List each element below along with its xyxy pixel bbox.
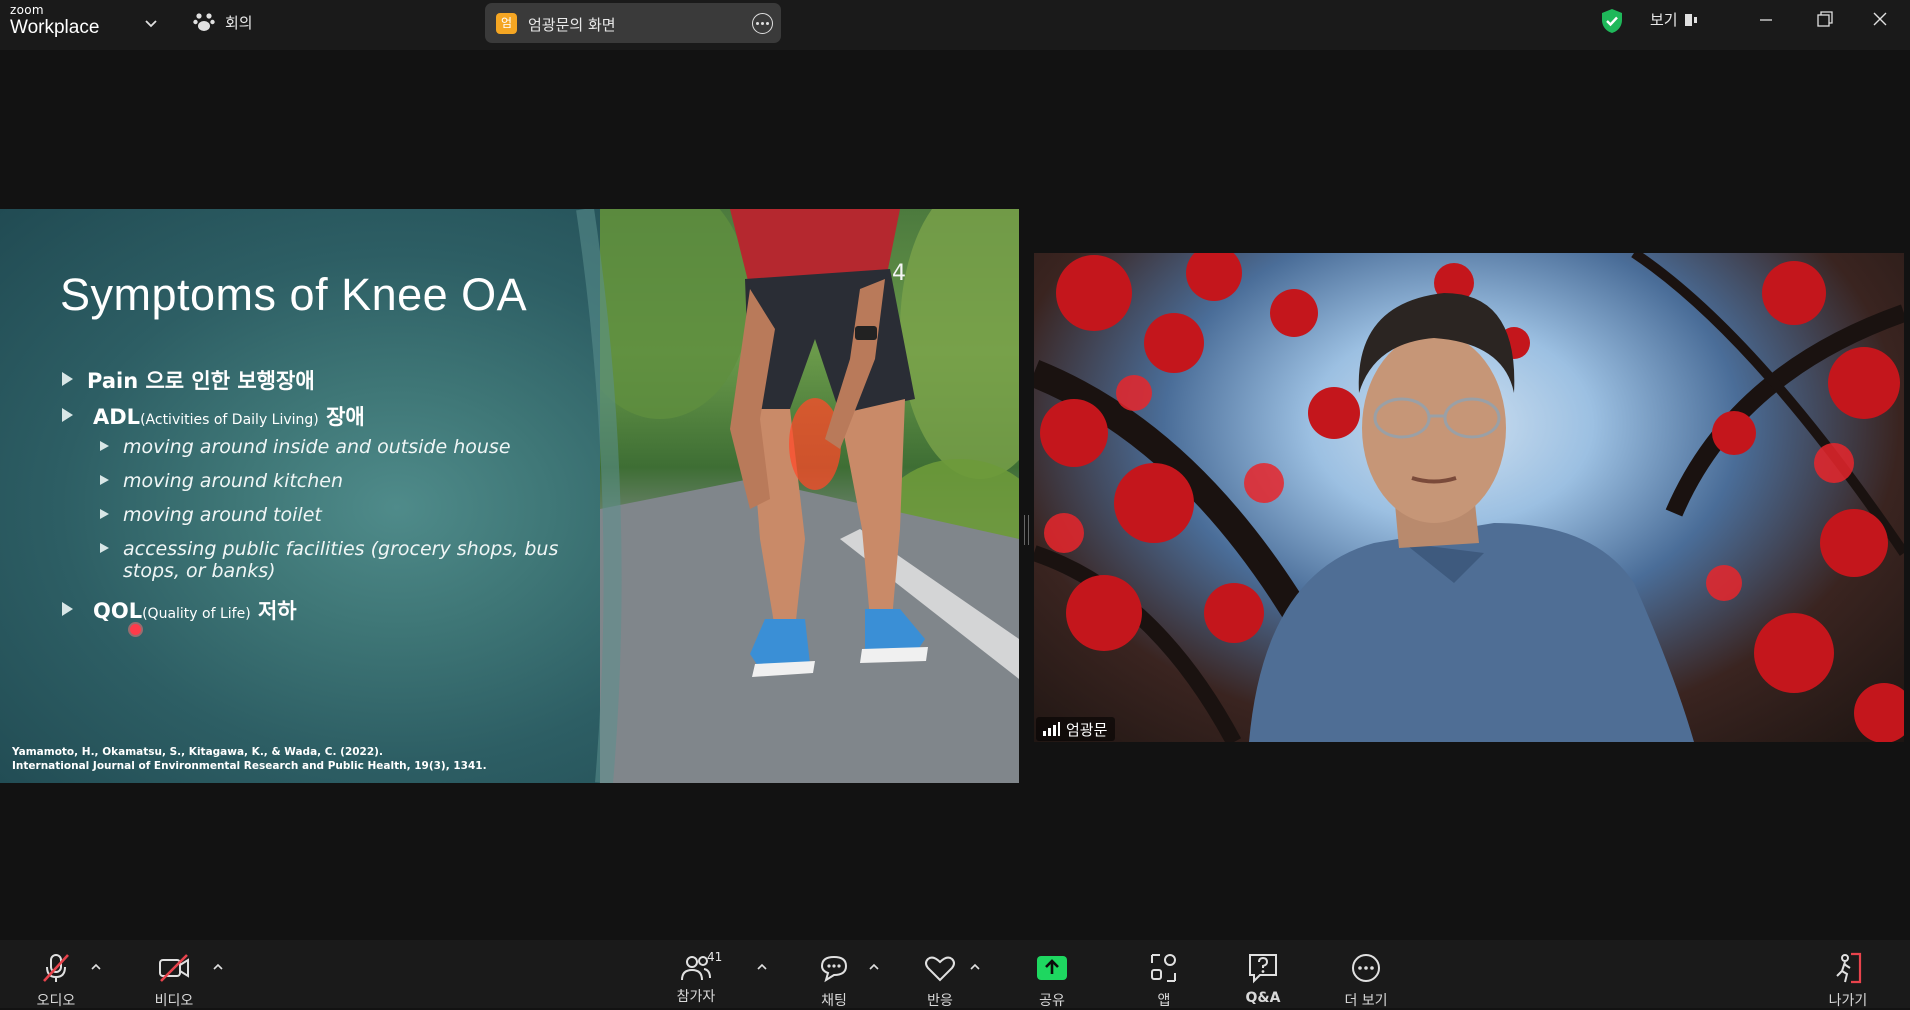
chat-options-caret-icon[interactable]: [868, 962, 880, 972]
more-options-icon[interactable]: [752, 13, 773, 34]
more-options-icon: [1352, 954, 1380, 982]
slide-number: 4: [892, 261, 906, 286]
view-layout-icon: [1684, 13, 1697, 26]
meeting-toolbar: 오디오 비디오 41 참가자 채팅 반응 공유 앱 Q&A 더 보기 나가기: [0, 940, 1910, 1010]
bullet-pain: Pain 으로 인한 보행장애: [62, 365, 315, 395]
participant-video-tile[interactable]: [1034, 253, 1904, 742]
encryption-shield-icon[interactable]: [1600, 8, 1624, 34]
signal-strength-icon: [1043, 722, 1060, 736]
shared-screen-slide[interactable]: 4 Symptoms of Knee OA Pain 으로 인한 보행장애 AD…: [0, 209, 1019, 783]
citation-line-1: Yamamoto, H., Okamatsu, S., Kitagawa, K.…: [12, 746, 383, 758]
meeting-paw-icon: [193, 13, 215, 31]
share-button[interactable]: 공유: [1012, 952, 1092, 1010]
leave-label: 나가기: [1828, 993, 1868, 1009]
chevron-down-icon[interactable]: [143, 16, 159, 32]
subbullet-text: moving around toilet: [123, 504, 322, 526]
participants-button[interactable]: 41 참가자: [656, 950, 736, 1006]
subbullet-text: accessing public facilities (grocery sho…: [123, 538, 559, 560]
camera-off-icon: [159, 954, 189, 982]
meeting-tab-label: 회의: [225, 13, 253, 32]
citation-line-2: International Journal of Environmental R…: [12, 760, 487, 772]
screen-share-indicator[interactable]: 엄 엄광문의 화면: [485, 3, 781, 43]
bullet-arrow-icon: [100, 441, 109, 451]
bullet-arrow-icon: [100, 543, 109, 553]
title-bar: zoom Workplace 회의 엄 엄광문의 화면 보기: [0, 0, 1910, 50]
participants-count: 41: [707, 950, 723, 964]
more-label: 더 보기: [1344, 993, 1388, 1009]
bullet-text: Pain 으로 인한 보행장애: [87, 369, 315, 393]
participants-label: 참가자: [676, 989, 716, 1005]
bullet-arrow-icon: [100, 475, 109, 485]
bullet-arrow-icon: [100, 509, 109, 519]
video-label: 비디오: [154, 993, 194, 1009]
heart-icon: [925, 956, 955, 982]
sharer-badge: 엄: [496, 13, 517, 34]
leave-button[interactable]: 나가기: [1808, 952, 1888, 1010]
video-options-caret-icon[interactable]: [212, 962, 224, 972]
slide-title: Symptoms of Knee OA: [60, 269, 528, 320]
knee-pain-photo: [600, 209, 1019, 783]
share-label: 엄광문의 화면: [528, 16, 616, 34]
leave-door-icon: [1836, 952, 1862, 984]
share-screen-icon: [1037, 956, 1067, 980]
bullet-qol: QOL(Quality of Life) 저하: [62, 595, 297, 625]
restore-icon[interactable]: [1810, 8, 1838, 32]
chat-bubble-icon: [820, 955, 848, 983]
bullet-suffix: 장애: [318, 405, 365, 429]
apps-label: 앱: [1157, 993, 1171, 1009]
subbullet-text: moving around kitchen: [123, 470, 344, 492]
split-view-drag-handle[interactable]: [1024, 515, 1029, 545]
bullet-arrow-icon: [62, 372, 73, 386]
apps-button[interactable]: 앱: [1124, 952, 1204, 1010]
bullet-term: QOL: [93, 599, 143, 623]
share-label: 공유: [1039, 993, 1065, 1009]
apps-grid-icon: [1151, 954, 1176, 982]
bullet-adl: ADL(Activities of Daily Living) 장애: [62, 401, 365, 431]
audio-button[interactable]: 오디오: [16, 952, 96, 1010]
bullet-subscript: (Quality of Life): [142, 606, 251, 622]
audio-options-caret-icon[interactable]: [90, 962, 102, 972]
chat-button[interactable]: 채팅: [794, 952, 874, 1010]
bullet-subscript: (Activities of Daily Living): [140, 412, 319, 428]
qa-label: Q&A: [1245, 990, 1281, 1006]
view-label: 보기: [1650, 11, 1678, 29]
microphone-muted-icon: [43, 954, 69, 982]
meeting-tab[interactable]: 회의: [193, 10, 253, 34]
minimize-icon[interactable]: [1752, 8, 1780, 32]
participant-video-feed: [1034, 253, 1904, 742]
bullet-term: ADL: [93, 405, 141, 429]
participant-name: 엄광문: [1066, 720, 1108, 739]
video-button[interactable]: 비디오: [134, 952, 214, 1010]
bullet-arrow-icon: [62, 408, 73, 422]
reactions-label: 반응: [927, 993, 953, 1009]
subbullet-text: stops, or banks): [123, 560, 276, 582]
view-button[interactable]: 보기: [1650, 9, 1700, 30]
question-answer-icon: [1249, 954, 1277, 984]
participant-name-tag: 엄광문: [1036, 717, 1116, 741]
participants-options-caret-icon[interactable]: [756, 962, 768, 972]
subbullet-inside-outside: moving around inside and outside house: [100, 436, 511, 458]
subbullet-continuation: stops, or banks): [123, 560, 276, 582]
laser-pointer: [130, 624, 141, 635]
qa-button[interactable]: Q&A: [1223, 952, 1303, 1006]
bullet-suffix: 저하: [250, 599, 297, 623]
close-icon[interactable]: [1866, 8, 1894, 32]
subbullet-public-facilities: accessing public facilities (grocery sho…: [100, 538, 558, 560]
slide-citation: Yamamoto, H., Okamatsu, S., Kitagawa, K.…: [12, 745, 487, 773]
zoom-workplace-logo[interactable]: zoom Workplace: [10, 4, 99, 37]
brand-name: Workplace: [10, 17, 100, 38]
bullet-arrow-icon: [62, 602, 73, 616]
subbullet-text: moving around inside and outside house: [123, 436, 511, 458]
audio-label: 오디오: [36, 993, 76, 1009]
chat-label: 채팅: [821, 993, 847, 1009]
reactions-button[interactable]: 반응: [900, 952, 980, 1010]
more-button[interactable]: 더 보기: [1326, 952, 1406, 1010]
subbullet-kitchen: moving around kitchen: [100, 470, 343, 492]
subbullet-toilet: moving around toilet: [100, 504, 322, 526]
reactions-options-caret-icon[interactable]: [969, 962, 981, 972]
brand-small: zoom: [10, 3, 44, 17]
